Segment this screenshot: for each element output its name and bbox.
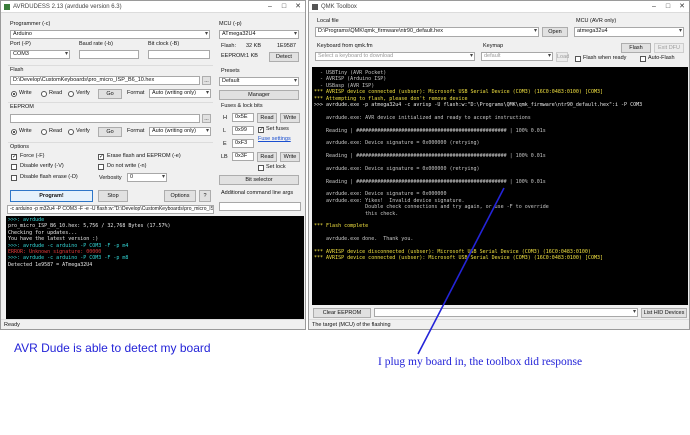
annotation-arrow-layer: [417, 187, 505, 355]
annotation-arrow: [417, 187, 505, 355]
annotation-right: I plug my board in, the toolbox did resp…: [378, 356, 583, 368]
annotation-left: AVR Dude is able to detect my board: [14, 341, 211, 355]
